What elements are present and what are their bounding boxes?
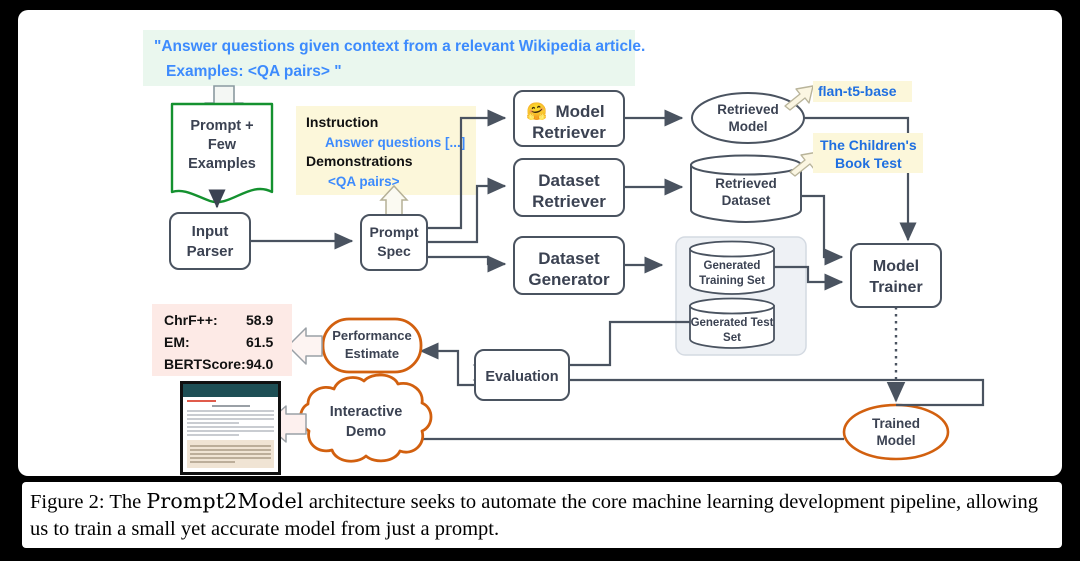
metric-label-1: EM: bbox=[164, 334, 190, 350]
panel-value-instruction: Answer questions [...] bbox=[325, 135, 465, 150]
metric-value-2: 94.0 bbox=[246, 356, 273, 372]
dataset-generator-line1: Dataset bbox=[538, 249, 600, 268]
retrieved-model-line2: Model bbox=[729, 119, 768, 134]
trained-model-line1: Trained bbox=[872, 416, 920, 431]
demo-screenshot-thumbnail[interactable] bbox=[180, 381, 281, 475]
prompt-doc-line2: Few bbox=[208, 137, 237, 153]
prompt-doc-line3: Examples bbox=[188, 156, 256, 172]
generated-training-set-line2: Training Set bbox=[699, 275, 765, 287]
metric-value-1: 61.5 bbox=[246, 334, 273, 350]
model-retriever-line1: Model bbox=[555, 102, 604, 121]
thumbnail-highlight-block bbox=[187, 440, 274, 468]
panel-heading-instruction: Instruction bbox=[306, 114, 378, 130]
evaluation-to-performance-arrow bbox=[419, 342, 475, 387]
retrieved-dataset-line1: Retrieved bbox=[715, 176, 777, 191]
interactive-demo-line2: Demo bbox=[346, 424, 386, 440]
metrics-callout-arrow bbox=[287, 327, 323, 365]
node-retrieved-model[interactable] bbox=[691, 92, 805, 144]
thumbnail-highlight-line bbox=[190, 445, 271, 447]
thumbnail-accent-line bbox=[187, 400, 216, 402]
retrieved-dataset-line2: Dataset bbox=[722, 193, 771, 208]
model-trainer-line1: Model bbox=[873, 258, 919, 275]
thumbnail-highlight-line bbox=[190, 457, 271, 459]
generated-training-set-line1: Generated bbox=[704, 260, 761, 272]
evaluation-label: Evaluation bbox=[485, 369, 558, 385]
panel-value-demonstrations: <QA pairs> bbox=[328, 174, 400, 189]
thumbnail-body-line bbox=[187, 414, 274, 416]
spec-to-dataset-generator-arrow bbox=[427, 255, 507, 273]
thumbnail-title-line bbox=[211, 405, 250, 407]
metric-value-0: 58.9 bbox=[246, 312, 273, 328]
model-trainer-line2: Trainer bbox=[869, 279, 922, 296]
node-input-parser[interactable] bbox=[169, 212, 251, 270]
caption-prefix: Figure 2: bbox=[30, 491, 105, 513]
prompt-doc-line1: Prompt + bbox=[190, 118, 253, 134]
performance-estimate-line2: Estimate bbox=[345, 346, 399, 361]
figure-page: "Answer questions given context from a r… bbox=[0, 0, 1080, 561]
node-model-trainer[interactable] bbox=[850, 243, 942, 308]
dataset-retriever-line1: Dataset bbox=[538, 171, 600, 190]
generated-test-set-line1: Generated Test bbox=[691, 317, 774, 329]
prompt-spec-line2: Spec bbox=[377, 243, 411, 259]
node-trained-model[interactable] bbox=[842, 403, 950, 461]
thumbnail-highlight-line bbox=[190, 461, 235, 463]
callout-model-name: flan-t5-base bbox=[818, 83, 897, 99]
architecture-diagram: "Answer questions given context from a r… bbox=[143, 30, 985, 463]
hugging-face-emoji-icon: 🤗 bbox=[526, 102, 547, 121]
model-retriever-line2: Retriever bbox=[532, 123, 606, 142]
input-parser-line1: Input bbox=[192, 223, 229, 240]
thumbnail-body-line bbox=[187, 418, 274, 420]
metric-label-2: BERTScore: bbox=[164, 356, 246, 372]
thumbnail-body-line bbox=[187, 426, 274, 428]
thumbnail-body-line bbox=[187, 422, 240, 424]
retrieved-dataset-to-trainer-arrow bbox=[801, 194, 844, 266]
metric-label-0: ChrF++: bbox=[164, 312, 218, 328]
prompt-banner-line2: Examples: <QA pairs> " bbox=[166, 63, 342, 80]
thumbnail-body-line bbox=[187, 410, 274, 412]
thumbnail-highlight-line bbox=[190, 449, 271, 451]
caption-part-a: The bbox=[104, 491, 147, 513]
performance-estimate-line1: Performance bbox=[332, 328, 411, 343]
callout-dataset-name-line1: The Children's bbox=[820, 137, 917, 153]
figure-caption: Figure 2: The Prompt2Model architecture … bbox=[22, 482, 1062, 548]
dataset-retriever-line2: Retriever bbox=[532, 192, 606, 211]
callout-dataset-name-line2: Book Test bbox=[835, 155, 902, 171]
dataset-generator-line2: Generator bbox=[528, 270, 610, 289]
thumbnail-header-bar bbox=[183, 384, 278, 397]
diagram-canvas: "Answer questions given context from a r… bbox=[18, 10, 1062, 476]
thumbnail-body-line bbox=[187, 434, 240, 436]
thumbnail-body-line bbox=[187, 430, 274, 432]
generated-test-set-line2: Set bbox=[723, 332, 741, 344]
panel-heading-demonstrations: Demonstrations bbox=[306, 153, 413, 169]
input-parser-line2: Parser bbox=[187, 243, 234, 260]
trained-model-line2: Model bbox=[877, 433, 916, 448]
prompt-banner-line1: "Answer questions given context from a r… bbox=[154, 38, 645, 55]
prompt-spec-line1: Prompt bbox=[370, 224, 419, 240]
caption-system-name: Prompt2Model bbox=[146, 489, 304, 513]
thumbnail-highlight-line bbox=[190, 453, 271, 455]
retrieved-model-line1: Retrieved bbox=[717, 102, 779, 117]
interactive-demo-line1: Interactive bbox=[330, 404, 403, 420]
